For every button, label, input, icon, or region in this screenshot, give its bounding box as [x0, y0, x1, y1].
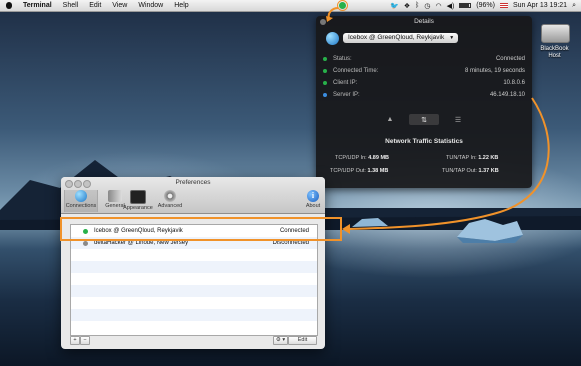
disconnected-icon — [83, 240, 88, 246]
battery-icon[interactable] — [459, 3, 472, 8]
details-hud: Details Icebox @ GreenQloud, Reykjavik ▼… — [316, 16, 532, 188]
list-item-empty — [71, 285, 317, 297]
menu-help[interactable]: Help — [174, 2, 188, 9]
detail-label: Status: — [333, 56, 352, 62]
connection-popup-label: Icebox @ GreenQloud, Reykjavik — [348, 34, 445, 41]
tab-graph[interactable]: ▲ — [375, 114, 405, 125]
menu-shell[interactable]: Shell — [63, 2, 79, 9]
tab-connections[interactable]: Connections — [64, 190, 98, 212]
menu-app-name[interactable]: Terminal — [23, 2, 52, 9]
wifi-icon[interactable]: ◠ — [435, 2, 441, 10]
tab-appearance[interactable]: Appearance — [120, 190, 156, 212]
connection-highlight-box — [60, 217, 342, 241]
connection-popup[interactable]: Icebox @ GreenQloud, Reykjavik ▼ — [343, 33, 459, 43]
list-item-empty — [71, 309, 317, 321]
gear-menu-button[interactable]: ⚙ ▾ — [273, 336, 288, 345]
details-list: Status: Connected Connected Time: 8 minu… — [323, 53, 525, 101]
list-controls: + − ⚙ ▾ Edit — [70, 336, 317, 345]
status-dot-icon — [323, 81, 327, 85]
tab-log[interactable]: ☰ — [443, 114, 473, 125]
status-dot-icon — [323, 69, 327, 73]
globe-icon — [75, 190, 87, 202]
list-item-empty — [71, 249, 317, 261]
detail-value: Connected — [495, 56, 525, 62]
flag-icon[interactable] — [499, 3, 508, 8]
status-dot-icon — [323, 93, 327, 97]
globe-icon — [326, 31, 339, 45]
apple-icon[interactable] — [6, 2, 12, 9]
add-button[interactable]: + — [70, 336, 80, 345]
stat-value: 1.22 KB — [478, 155, 499, 161]
stat-tun-out: TUN/TAP Out: 1.37 KB — [442, 168, 499, 174]
tab-label: Appearance — [123, 205, 153, 211]
iceberg-graphic — [457, 219, 523, 243]
stat-label: TCP/UDP In: — [335, 155, 367, 161]
hard-drive-icon[interactable] — [541, 24, 570, 43]
menu-extras: 🐦 ❖ ᛒ ◷ ◠ ◀) (96%) Sun Apr 13 19:21 ⌕ — [390, 0, 576, 11]
battery-percent: (96%) — [476, 2, 495, 9]
window-title: Preferences — [175, 179, 211, 186]
menu-edit[interactable]: Edit — [89, 2, 101, 9]
stat-label: TCP/UDP Out: — [330, 168, 366, 174]
list-icon: ☰ — [454, 116, 462, 124]
graph-icon: ▲ — [386, 116, 394, 123]
iceberg-small-graphic — [352, 218, 388, 227]
list-item-empty — [71, 273, 317, 285]
dropbox-icon[interactable]: ❖ — [404, 2, 410, 10]
detail-row-status: Status: Connected — [323, 53, 525, 65]
connection-selector-row: Icebox @ GreenQloud, Reykjavik ▼ — [326, 31, 459, 45]
detail-label: Client IP: — [333, 80, 358, 86]
stat-label: TUN/TAP In: — [446, 155, 477, 161]
tab-label: Advanced — [157, 203, 183, 209]
list-item-empty — [71, 297, 317, 309]
detail-label: Connected Time: — [333, 68, 379, 74]
details-tabs: ▲ ⇅ ☰ — [316, 114, 532, 127]
detail-row-server-ip: Server IP: 46.149.18.10 — [323, 89, 525, 101]
detail-value: 8 minutes, 19 seconds — [464, 68, 525, 74]
close-icon[interactable] — [320, 19, 326, 25]
time-machine-icon[interactable]: ◷ — [424, 2, 430, 10]
preferences-toolbar: Preferences Connections General Appearan… — [61, 177, 325, 214]
twitter-icon[interactable]: 🐦 — [390, 2, 399, 10]
menu-bar: Terminal Shell Edit View Window Help 🐦 ❖… — [0, 0, 581, 12]
stat-tun-in: TUN/TAP In: 1.22 KB — [446, 155, 498, 161]
arrows-updown-icon: ⇅ — [421, 116, 427, 124]
stat-value: 1.37 KB — [478, 168, 499, 174]
stat-tcp-out: TCP/UDP Out: 1.38 MB — [330, 168, 388, 174]
volume-icon[interactable]: ◀) — [447, 2, 455, 10]
detail-value: 46.149.18.10 — [489, 92, 525, 98]
stat-tcp-in: TCP/UDP In: 4.89 MB — [335, 155, 389, 161]
detail-row-client-ip: Client IP: 10.8.0.6 — [323, 77, 525, 89]
vpn-status-icon[interactable] — [339, 2, 346, 9]
stats-title: Network Traffic Statistics — [385, 138, 463, 145]
about-button[interactable]: i About — [303, 190, 323, 212]
menu-window[interactable]: Window — [138, 2, 163, 9]
chevron-down-icon: ▼ — [449, 35, 455, 41]
stat-value: 1.38 MB — [367, 168, 389, 174]
edit-button[interactable]: Edit — [288, 336, 317, 345]
about-label: About — [305, 203, 321, 209]
tab-traffic[interactable]: ⇅ — [409, 114, 439, 125]
drive-label[interactable]: BlackBook Host — [530, 46, 579, 60]
gear-icon — [164, 190, 176, 202]
tab-label: Connections — [65, 203, 97, 209]
menu-view[interactable]: View — [112, 2, 127, 9]
remove-button[interactable]: − — [80, 336, 90, 345]
monitor-icon — [130, 190, 146, 204]
status-dot-icon — [323, 57, 327, 61]
stat-label: TUN/TAP Out: — [442, 168, 477, 174]
preferences-window: Preferences Connections General Appearan… — [61, 177, 325, 349]
detail-value: 10.8.0.6 — [503, 80, 525, 86]
tab-advanced[interactable]: Advanced — [153, 190, 187, 212]
details-title: Details — [414, 18, 434, 25]
detail-label: Server IP: — [333, 92, 360, 98]
detail-row-time: Connected Time: 8 minutes, 19 seconds — [323, 65, 525, 77]
bluetooth-icon[interactable]: ᛒ — [415, 2, 419, 9]
clock[interactable]: Sun Apr 13 19:21 — [513, 2, 567, 9]
search-icon[interactable]: ⌕ — [572, 2, 576, 10]
info-icon: i — [307, 190, 319, 202]
list-item-empty — [71, 261, 317, 273]
stat-value: 4.89 MB — [368, 155, 390, 161]
